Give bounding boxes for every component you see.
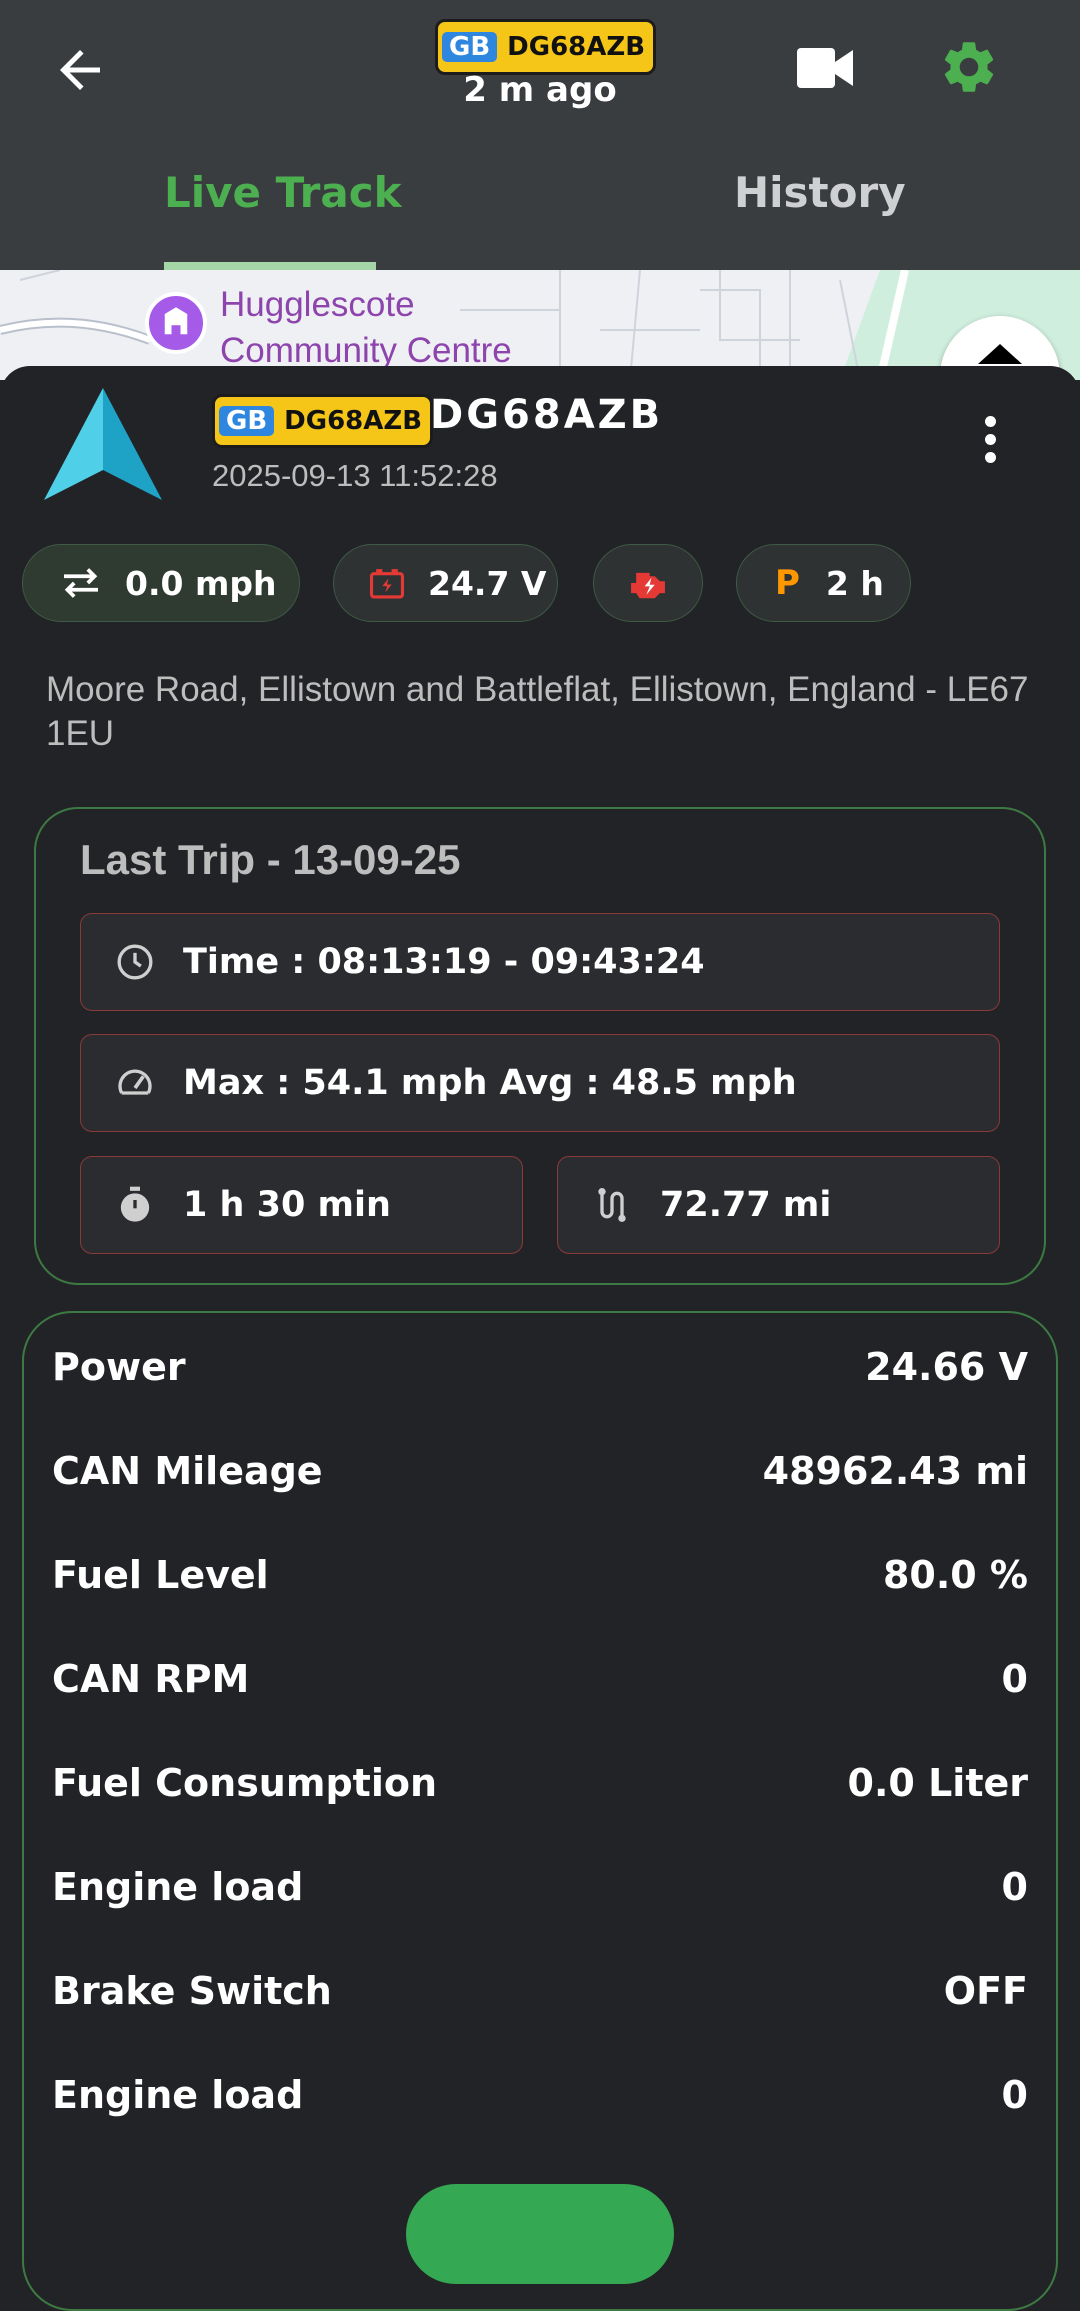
row-label: CAN RPM bbox=[52, 1657, 250, 1701]
voltage-chip[interactable]: 24.7 V bbox=[333, 544, 558, 622]
battery-icon bbox=[370, 569, 404, 599]
last-update-time: 2 m ago bbox=[463, 70, 617, 110]
row-value: 0 bbox=[1001, 2073, 1028, 2117]
speedometer-icon bbox=[118, 1069, 152, 1095]
speed-value: 0.0 mph bbox=[125, 563, 277, 603]
map-view[interactable]: Hugglescote Community Centre bbox=[0, 270, 1080, 380]
data-row: Fuel Level 80.0 % bbox=[52, 1540, 1028, 1610]
active-tab-indicator bbox=[164, 262, 376, 270]
swap-arrows-icon bbox=[64, 568, 98, 598]
row-value: 0 bbox=[1001, 1657, 1028, 1701]
trip-distance: 72.77 mi bbox=[660, 1185, 832, 1225]
trip-distance-box: 72.77 mi bbox=[557, 1156, 1000, 1254]
poi-name-line1: Hugglescote bbox=[220, 285, 415, 324]
community-centre-pin-icon[interactable] bbox=[145, 292, 207, 354]
row-label: Brake Switch bbox=[52, 1969, 332, 2013]
engine-icon bbox=[631, 572, 665, 599]
clock-icon bbox=[117, 944, 153, 980]
more-vert-icon[interactable] bbox=[970, 416, 1010, 472]
row-label: Engine load bbox=[52, 1865, 304, 1909]
trip-speed: Max : 54.1 mph Avg : 48.5 mph bbox=[183, 1063, 797, 1103]
data-row: Engine load 0 bbox=[52, 2060, 1028, 2130]
row-value: OFF bbox=[943, 1969, 1028, 2013]
gear-icon[interactable] bbox=[938, 36, 1000, 98]
row-label: Fuel Level bbox=[52, 1553, 269, 1597]
data-row: Engine load 0 bbox=[52, 1852, 1028, 1922]
vehicle-plate-badge: GB DG68AZB bbox=[212, 394, 434, 448]
row-value: 0.0 Liter bbox=[847, 1761, 1028, 1805]
speed-chip[interactable]: 0.0 mph bbox=[22, 544, 300, 622]
stopwatch-icon bbox=[120, 1186, 150, 1222]
tab-live-track[interactable]: Live Track bbox=[164, 168, 402, 217]
plate-country: GB bbox=[219, 406, 275, 436]
trip-duration: 1 h 30 min bbox=[183, 1185, 391, 1225]
license-plate-badge: GB DG68AZB bbox=[435, 19, 657, 75]
plate-number: DG68AZB bbox=[507, 32, 646, 62]
voltage-value: 24.7 V bbox=[428, 563, 547, 603]
video-camera-icon[interactable] bbox=[797, 48, 853, 88]
map-poi-label[interactable]: Hugglescote Community Centre bbox=[220, 282, 512, 374]
row-label: Power bbox=[52, 1345, 186, 1389]
data-row: Fuel Consumption 0.0 Liter bbox=[52, 1748, 1028, 1818]
engine-chip[interactable] bbox=[593, 544, 703, 622]
data-row: Power 24.66 V bbox=[52, 1332, 1028, 1402]
row-value: 0 bbox=[1001, 1865, 1028, 1909]
top-app-bar: GB DG68AZB 2 m ago Live Track History bbox=[0, 0, 1080, 270]
vehicle-address: Moore Road, Ellistown and Battleflat, El… bbox=[46, 670, 1029, 753]
trip-time: Time : 08:13:19 - 09:43:24 bbox=[183, 942, 705, 982]
data-row: Brake Switch OFF bbox=[52, 1956, 1028, 2026]
trip-speed-box: Max : 54.1 mph Avg : 48.5 mph bbox=[80, 1034, 1000, 1132]
data-row: CAN Mileage 48962.43 mi bbox=[52, 1436, 1028, 1506]
plate-country: GB bbox=[442, 32, 498, 62]
row-label: Fuel Consumption bbox=[52, 1761, 438, 1805]
tab-history[interactable]: History bbox=[734, 168, 906, 217]
vehicle-name: DG68AZB bbox=[430, 392, 664, 438]
plate-number: DG68AZB bbox=[284, 406, 423, 436]
row-value: 24.66 V bbox=[865, 1345, 1028, 1389]
trip-time-box: Time : 08:13:19 - 09:43:24 bbox=[80, 913, 1000, 1011]
last-trip-title: Last Trip - 13-09-25 bbox=[80, 836, 461, 883]
vehicle-timestamp: 2025-09-13 11:52:28 bbox=[212, 458, 498, 493]
row-value: 80.0 % bbox=[882, 1553, 1028, 1597]
parking-chip[interactable]: P 2 h bbox=[736, 544, 911, 622]
row-value: 48962.43 mi bbox=[762, 1449, 1028, 1493]
row-label: CAN Mileage bbox=[52, 1449, 323, 1493]
parking-icon: P bbox=[775, 563, 800, 603]
navigation-arrow-icon bbox=[44, 388, 162, 500]
bottom-action-button[interactable] bbox=[406, 2184, 674, 2284]
route-icon bbox=[598, 1188, 626, 1222]
trip-duration-box: 1 h 30 min bbox=[80, 1156, 523, 1254]
data-row: CAN RPM 0 bbox=[52, 1644, 1028, 1714]
parking-duration: 2 h bbox=[825, 563, 884, 603]
row-label: Engine load bbox=[52, 2073, 304, 2117]
